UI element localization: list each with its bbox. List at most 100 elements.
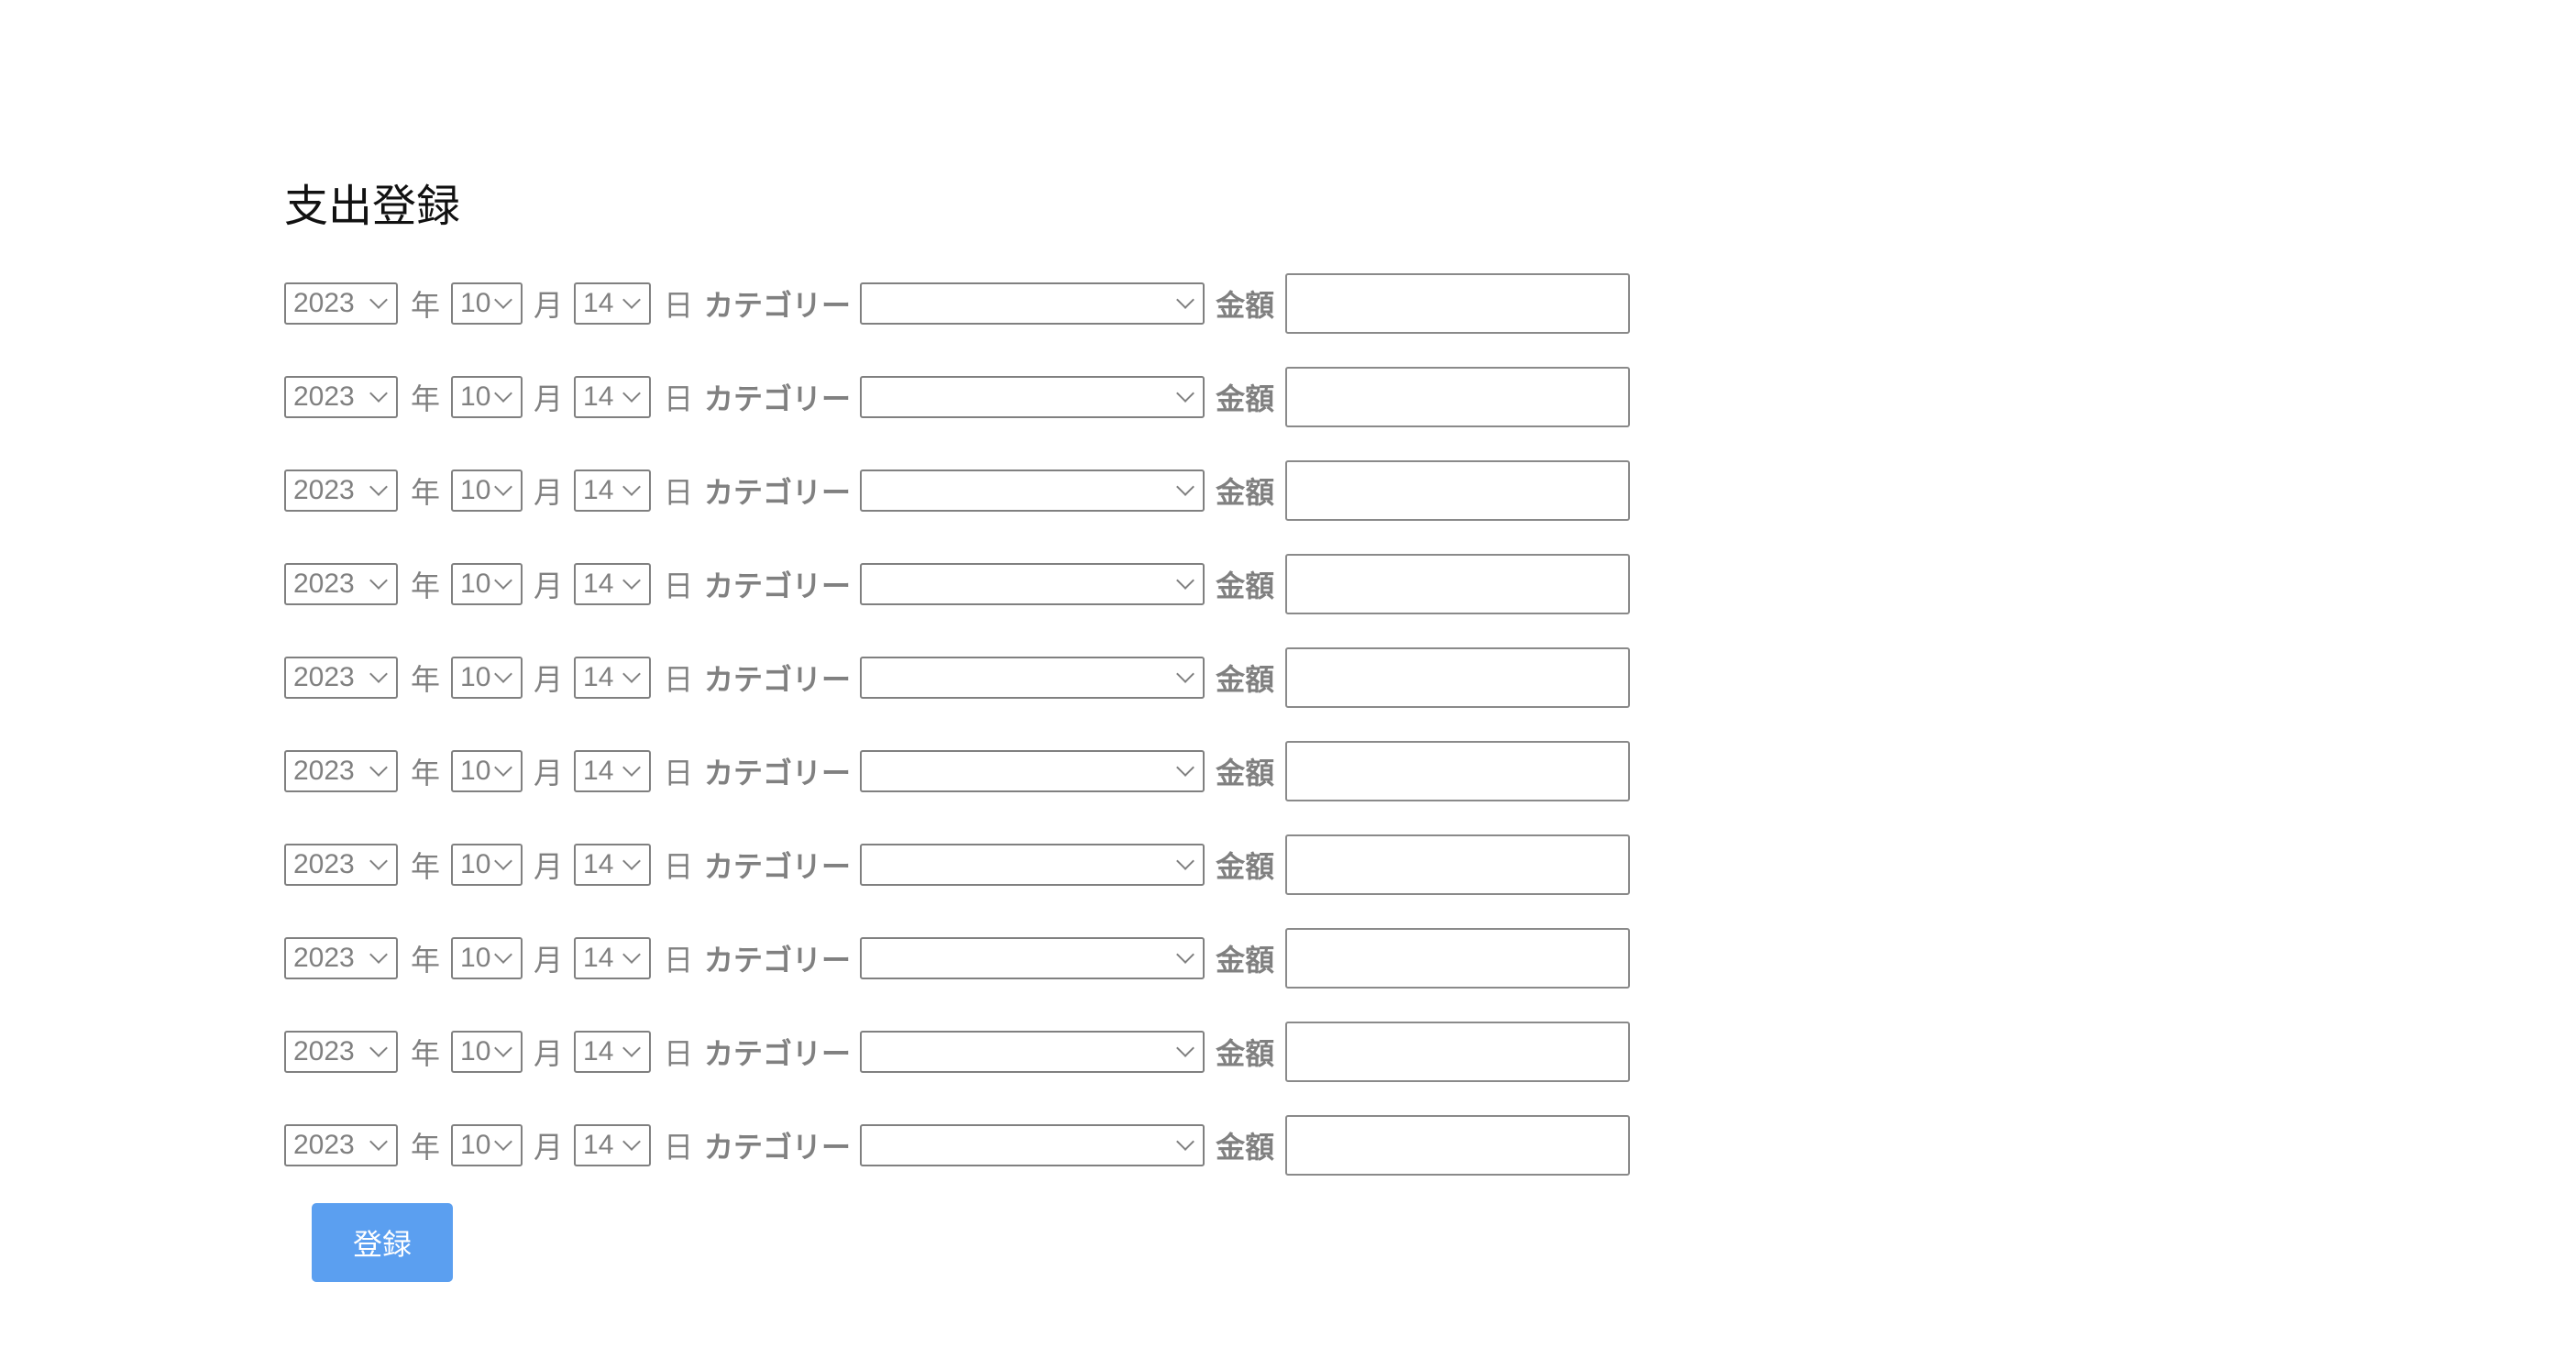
amount-input[interactable]	[1285, 1115, 1631, 1176]
chevron-down-icon	[1176, 1039, 1194, 1057]
year-label: 年	[411, 1036, 441, 1071]
chevron-down-icon	[1176, 1132, 1194, 1151]
month-select-value: 10	[460, 1036, 491, 1066]
expense-row: 2023 年 10 月 14 日 カテゴリー 金額	[284, 724, 1631, 818]
chevron-down-icon	[622, 758, 641, 777]
year-label: 年	[411, 943, 441, 978]
chevron-down-icon	[622, 478, 641, 496]
day-label: 日	[664, 288, 694, 323]
month-select[interactable]: 10	[451, 470, 523, 512]
day-select[interactable]: 14	[574, 750, 652, 792]
chevron-down-icon	[622, 945, 641, 964]
month-select[interactable]: 10	[451, 563, 523, 605]
month-select[interactable]: 10	[451, 657, 523, 699]
category-select[interactable]	[860, 657, 1205, 699]
amount-input[interactable]	[1285, 554, 1631, 614]
year-select-value: 2023	[293, 475, 355, 505]
expense-row: 2023 年 10 月 14 日 カテゴリー 金額	[284, 631, 1631, 724]
month-select[interactable]: 10	[451, 750, 523, 792]
amount-input[interactable]	[1285, 460, 1631, 521]
category-label: カテゴリー	[704, 381, 852, 416]
year-select[interactable]: 2023	[284, 844, 398, 886]
year-select[interactable]: 2023	[284, 937, 398, 979]
category-label: カテゴリー	[704, 943, 852, 978]
month-label: 月	[534, 1130, 564, 1165]
chevron-down-icon	[369, 852, 388, 870]
expense-row: 2023 年 10 月 14 日 カテゴリー 金額	[284, 911, 1631, 1005]
expense-row: 2023 年 10 月 14 日 カテゴリー 金額	[284, 818, 1631, 911]
category-select[interactable]	[860, 844, 1205, 886]
day-label: 日	[664, 756, 694, 790]
day-select[interactable]: 14	[574, 376, 652, 418]
year-select-value: 2023	[293, 756, 355, 786]
year-label: 年	[411, 662, 441, 697]
category-select[interactable]	[860, 750, 1205, 792]
amount-label: 金額	[1216, 1036, 1275, 1071]
amount-label: 金額	[1216, 943, 1275, 978]
category-label: カテゴリー	[704, 569, 852, 603]
category-select[interactable]	[860, 563, 1205, 605]
amount-input[interactable]	[1285, 273, 1631, 334]
chevron-down-icon	[494, 571, 512, 590]
day-label: 日	[664, 943, 694, 978]
expense-rows: 2023 年 10 月 14 日 カテゴリー 金額 2023 年 10 月 14…	[284, 257, 1631, 1192]
amount-input[interactable]	[1285, 647, 1631, 708]
month-label: 月	[534, 381, 564, 416]
year-select[interactable]: 2023	[284, 1031, 398, 1073]
month-select[interactable]: 10	[451, 1031, 523, 1073]
day-select[interactable]: 14	[574, 1124, 652, 1166]
amount-input[interactable]	[1285, 367, 1631, 427]
submit-button[interactable]: 登録	[312, 1203, 453, 1282]
year-select[interactable]: 2023	[284, 657, 398, 699]
amount-label: 金額	[1216, 475, 1275, 510]
year-label: 年	[411, 756, 441, 790]
year-label: 年	[411, 475, 441, 510]
day-select[interactable]: 14	[574, 1031, 652, 1073]
day-select[interactable]: 14	[574, 937, 652, 979]
day-select[interactable]: 14	[574, 844, 652, 886]
month-select[interactable]: 10	[451, 937, 523, 979]
month-select-value: 10	[460, 662, 491, 692]
day-label: 日	[664, 381, 694, 416]
amount-input[interactable]	[1285, 741, 1631, 801]
category-select[interactable]	[860, 470, 1205, 512]
year-select[interactable]: 2023	[284, 563, 398, 605]
year-select[interactable]: 2023	[284, 282, 398, 325]
day-select-value: 14	[583, 849, 614, 879]
amount-input[interactable]	[1285, 834, 1631, 895]
month-select[interactable]: 10	[451, 1124, 523, 1166]
day-select-value: 14	[583, 943, 614, 973]
category-select[interactable]	[860, 937, 1205, 979]
expense-form: 支出登録 2023 年 10 月 14 日 カテゴリー 金額 2023 年 10…	[284, 174, 1631, 1282]
month-select-value: 10	[460, 1130, 491, 1160]
chevron-down-icon	[369, 758, 388, 777]
category-select[interactable]	[860, 376, 1205, 418]
month-select[interactable]: 10	[451, 282, 523, 325]
year-select[interactable]: 2023	[284, 376, 398, 418]
category-select[interactable]	[860, 1124, 1205, 1166]
chevron-down-icon	[622, 1039, 641, 1057]
day-select-value: 14	[583, 475, 614, 505]
month-select[interactable]: 10	[451, 844, 523, 886]
day-select[interactable]: 14	[574, 657, 652, 699]
amount-input[interactable]	[1285, 928, 1631, 989]
day-select[interactable]: 14	[574, 563, 652, 605]
day-select[interactable]: 14	[574, 470, 652, 512]
category-select[interactable]	[860, 1031, 1205, 1073]
month-label: 月	[534, 943, 564, 978]
year-select[interactable]: 2023	[284, 750, 398, 792]
year-select-value: 2023	[293, 1036, 355, 1066]
chevron-down-icon	[369, 945, 388, 964]
month-label: 月	[534, 569, 564, 603]
year-select[interactable]: 2023	[284, 470, 398, 512]
year-label: 年	[411, 288, 441, 323]
day-select-value: 14	[583, 381, 614, 412]
month-select[interactable]: 10	[451, 376, 523, 418]
day-select[interactable]: 14	[574, 282, 652, 325]
expense-row: 2023 年 10 月 14 日 カテゴリー 金額	[284, 350, 1631, 444]
year-select[interactable]: 2023	[284, 1124, 398, 1166]
category-select[interactable]	[860, 282, 1205, 325]
month-select-value: 10	[460, 756, 491, 786]
chevron-down-icon	[494, 945, 512, 964]
amount-input[interactable]	[1285, 1022, 1631, 1082]
